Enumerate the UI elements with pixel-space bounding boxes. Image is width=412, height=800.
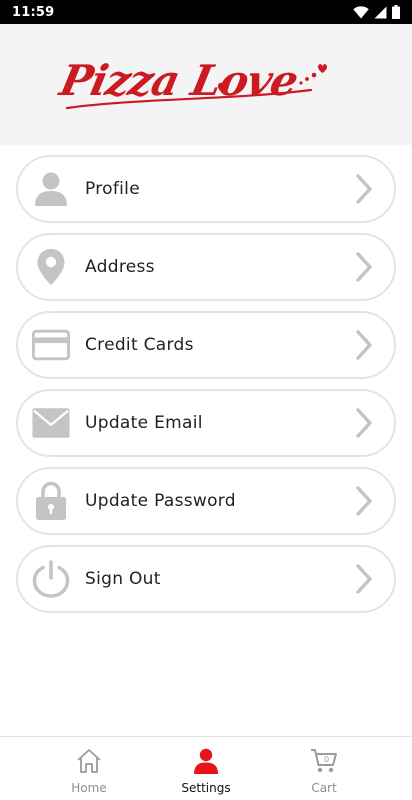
bottom-navigation: Home Settings 0 Cart [0,736,412,800]
status-icons [353,5,400,19]
nav-label-settings: Settings [181,781,231,795]
menu-item-update-email[interactable]: Update Email [16,389,396,457]
chevron-right-icon [356,408,372,438]
nav-cart[interactable]: 0 Cart [264,737,384,800]
nav-label-cart: Cart [311,781,337,795]
nav-label-home: Home [71,781,107,795]
credit-card-icon [32,326,70,364]
nav-home[interactable]: Home [29,737,149,800]
location-pin-icon [32,248,70,286]
battery-icon [392,5,400,19]
menu-label-sign-out: Sign Out [85,569,161,589]
chevron-right-icon [356,564,372,594]
person-icon [32,170,70,208]
menu-item-address[interactable]: Address [16,233,396,301]
menu-label-credit-cards: Credit Cards [85,335,194,355]
chevron-right-icon [356,252,372,282]
person-icon [194,748,218,774]
menu-item-sign-out[interactable]: Sign Out [16,545,396,613]
power-icon [32,560,70,598]
nav-settings[interactable]: Settings [146,737,266,800]
status-time: 11:59 [12,4,55,20]
envelope-icon [32,404,70,442]
menu-item-profile[interactable]: Profile [16,155,396,223]
chevron-right-icon [356,330,372,360]
menu-label-update-email: Update Email [85,413,203,433]
status-bar: 11:59 [0,0,412,24]
cellular-signal-icon [374,6,387,18]
menu-item-credit-cards[interactable]: Credit Cards [16,311,396,379]
chevron-right-icon [356,174,372,204]
app-header: Pizza Love [0,24,412,145]
pizza-love-logo: Pizza Love [56,50,351,120]
home-icon [77,749,101,773]
cart-icon: 0 [311,749,337,773]
menu-item-update-password[interactable]: Update Password [16,467,396,535]
menu-label-address: Address [85,257,155,277]
padlock-icon [32,481,70,520]
logo-hearts-icon [65,63,327,109]
menu-label-profile: Profile [85,179,140,199]
wifi-icon [353,5,369,19]
cart-badge-count: 0 [324,755,329,764]
menu-label-update-password: Update Password [85,491,236,511]
chevron-right-icon [356,486,372,516]
